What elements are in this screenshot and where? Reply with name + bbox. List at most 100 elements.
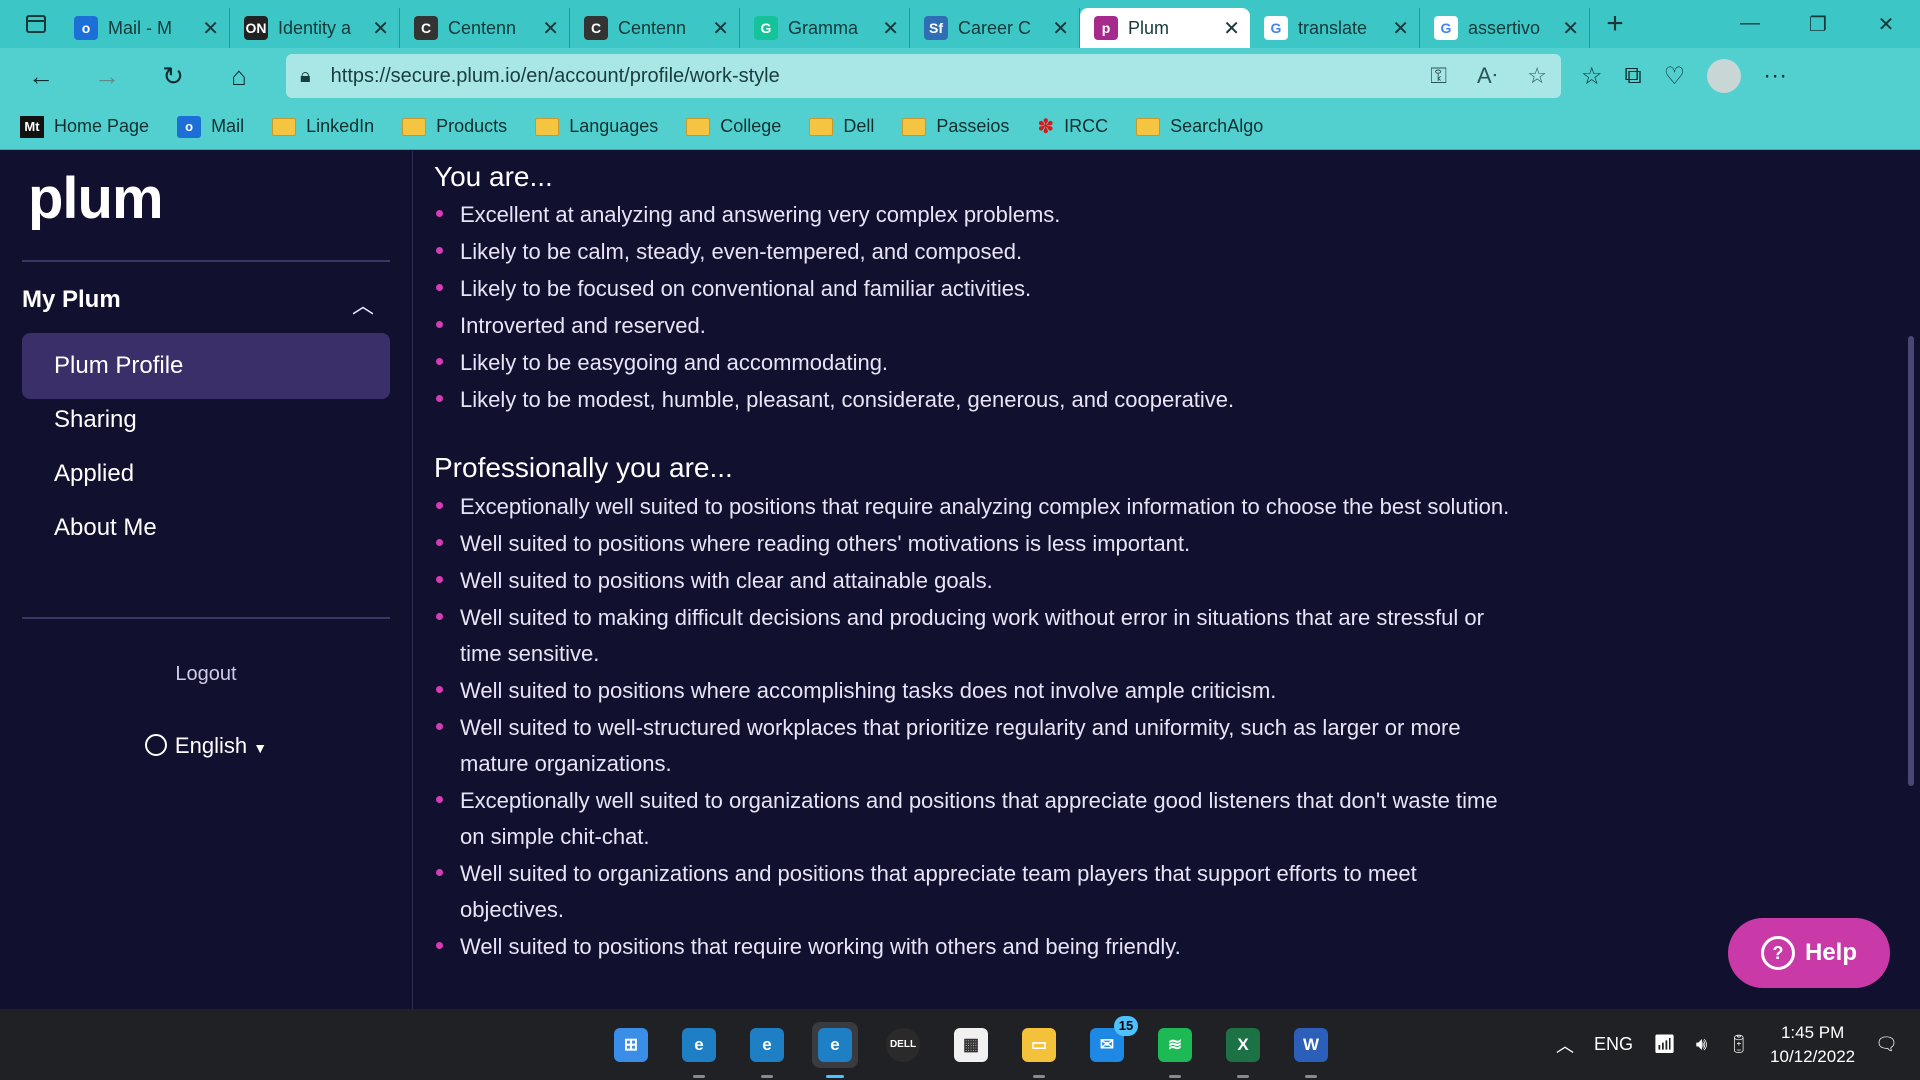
restore-icon[interactable]: ❐ (1784, 12, 1852, 37)
lock-icon[interactable]: 🔒︎ (300, 65, 311, 88)
word-icon[interactable]: W (1288, 1022, 1334, 1078)
close-tab-icon[interactable]: ✕ (882, 16, 899, 41)
page-scrollbar[interactable] (1908, 336, 1914, 786)
close-window-icon[interactable]: ✕ (1852, 12, 1920, 37)
language-selector[interactable]: English ▼ (0, 733, 412, 759)
read-aloud-icon[interactable]: Aᐧ (1477, 63, 1497, 89)
trait-item: Excellent at analyzing and answering ver… (434, 197, 1514, 233)
favorite-outlook[interactable]: o Mail (177, 115, 245, 138)
plum-icon: p (1094, 16, 1118, 40)
running-indicator (761, 1074, 773, 1078)
my-plum-section-title[interactable]: My Plum (22, 286, 121, 314)
close-tab-icon[interactable]: ✕ (202, 16, 219, 41)
tab-c[interactable]: C Centenn ✕ (400, 8, 570, 48)
collections-icon[interactable]: ⧉ (1625, 62, 1642, 90)
favorite-label: SearchAlgo (1170, 116, 1264, 136)
favorite-maple-leaf[interactable]: ✽ IRCC (1037, 114, 1108, 139)
trait-item: Exceptionally well suited to positions t… (434, 489, 1514, 525)
microsoft-store-icon[interactable]: ▦ (948, 1022, 994, 1068)
tab-outlook[interactable]: o Mail - M ✕ (60, 8, 230, 48)
tab-grammarly[interactable]: G Gramma ✕ (740, 8, 910, 48)
close-tab-icon[interactable]: ✕ (1052, 16, 1069, 41)
tab-plum[interactable]: p Plum ✕ (1080, 8, 1250, 48)
close-tab-icon[interactable]: ✕ (1562, 16, 1579, 41)
favorite-folder[interactable]: Products (402, 116, 507, 137)
edge-profile-2-icon[interactable]: e (744, 1022, 790, 1078)
tab-google[interactable]: Gassertivo ✕ (1420, 8, 1590, 48)
back-icon[interactable]: ← (8, 48, 74, 104)
clock[interactable]: 1:45 PM 10/12/2022 (1770, 1021, 1855, 1069)
dell-icon[interactable]: DELL (880, 1022, 926, 1068)
volume-icon[interactable]: 🔊︎ (1696, 1034, 1707, 1055)
favorite-folder[interactable]: SearchAlgo (1136, 116, 1263, 137)
address-bar[interactable]: 🔒︎ https://secure.plum.io/en/account/pro… (286, 54, 1561, 98)
refresh-icon[interactable]: ↻ (140, 48, 206, 104)
show-hidden-icons-icon[interactable]: ︿ (1556, 1032, 1574, 1058)
help-button[interactable]: ? Help (1728, 918, 1890, 988)
close-tab-icon[interactable]: ✕ (1223, 16, 1240, 41)
key-icon[interactable]: ⚿ (1430, 63, 1447, 89)
edge-profile-1-icon[interactable]: e (676, 1022, 722, 1078)
tab-c[interactable]: C Centenn ✕ (570, 8, 740, 48)
favorite-folder[interactable]: Languages (535, 116, 658, 137)
language-label: English (174, 733, 248, 758)
favorites-icon[interactable]: ☆ (1581, 62, 1603, 91)
c-icon: C (414, 16, 438, 40)
favorite-label: Mail (211, 116, 245, 136)
browser-toolbar: ← → ↻ ⌂ 🔒︎ https://secure.plum.io/en/acc… (0, 48, 1920, 104)
close-tab-icon[interactable]: ✕ (542, 16, 559, 41)
folder-icon (535, 117, 560, 136)
close-tab-icon[interactable]: ✕ (712, 16, 729, 41)
minimize-icon[interactable]: — (1716, 12, 1784, 37)
favorite-folder[interactable]: Dell (809, 116, 874, 137)
tab-title: translate (1298, 17, 1368, 38)
edge-profile-2-glyph: e (750, 1027, 784, 1062)
favorite-label: Dell (843, 116, 875, 136)
c-icon: C (584, 16, 608, 40)
spotify-icon[interactable]: ≋ (1152, 1022, 1198, 1078)
tab-title: Mail - M (108, 17, 172, 38)
home-icon[interactable]: ⌂ (206, 48, 272, 104)
add-favorite-icon[interactable]: ☆ (1527, 63, 1547, 89)
mail-icon[interactable]: ✉ 15 (1084, 1015, 1138, 1068)
start-icon[interactable]: ⊞ (608, 1022, 654, 1068)
file-explorer-icon[interactable]: ▭ (1016, 1022, 1062, 1078)
favorite-folder[interactable]: Passeios (902, 116, 1009, 137)
wifi-icon[interactable]: 📶︎ (1653, 1034, 1676, 1055)
favorites-bar: Mt Home Page o Mail LinkedIn Products Language… (0, 104, 1920, 150)
mt-icon: Mt (20, 115, 44, 138)
new-tab-button[interactable]: + (1590, 7, 1640, 41)
forward-icon[interactable]: → (74, 48, 140, 104)
tab-actions-icon[interactable] (12, 0, 60, 48)
trait-item: Well suited to well-structured workplace… (434, 710, 1514, 782)
running-indicator (1237, 1074, 1249, 1078)
tab-google[interactable]: Gtranslate ✕ (1250, 8, 1420, 48)
edge-active-icon[interactable]: e (812, 1021, 858, 1078)
close-tab-icon[interactable]: ✕ (1392, 16, 1409, 41)
tab-on-ed[interactable]: ON Identity a ✕ (230, 8, 400, 48)
logout-link[interactable]: Logout (0, 663, 412, 686)
close-tab-icon[interactable]: ✕ (372, 16, 389, 41)
battery-icon[interactable]: 🔋︎ (1727, 1034, 1750, 1055)
folder-icon (402, 117, 427, 136)
work-style-content: You are... Excellent at analyzing and an… (434, 151, 1514, 1009)
running-indicator (826, 1074, 844, 1078)
notifications-icon[interactable]: 🗨︎ (1875, 1034, 1898, 1055)
favorite-folder[interactable]: LinkedIn (272, 116, 374, 137)
favorite-folder[interactable]: College (686, 116, 781, 137)
profile-avatar[interactable] (1707, 59, 1742, 93)
trait-item: Introverted and reserved. (434, 308, 1514, 344)
favorite-mt[interactable]: Mt Home Page (20, 115, 149, 138)
tab-sf[interactable]: Sf Career C ✕ (910, 8, 1080, 48)
sidebar-item-about-me[interactable]: About Me (22, 495, 390, 561)
running-indicator (693, 1074, 705, 1078)
input-language[interactable]: ENG (1594, 1034, 1633, 1055)
more-menu-icon[interactable]: ··· (1763, 62, 1787, 90)
folder-icon (686, 117, 711, 136)
excel-icon[interactable]: X (1220, 1022, 1266, 1078)
chevron-up-icon[interactable]: ︿ (352, 288, 374, 320)
trait-item: Well suited to positions where accomplis… (434, 673, 1514, 709)
maple-leaf-icon: ✽ (1037, 116, 1055, 138)
browser-essentials-icon[interactable]: ♡ (1664, 62, 1686, 91)
plum-logo[interactable]: plum (28, 165, 164, 232)
